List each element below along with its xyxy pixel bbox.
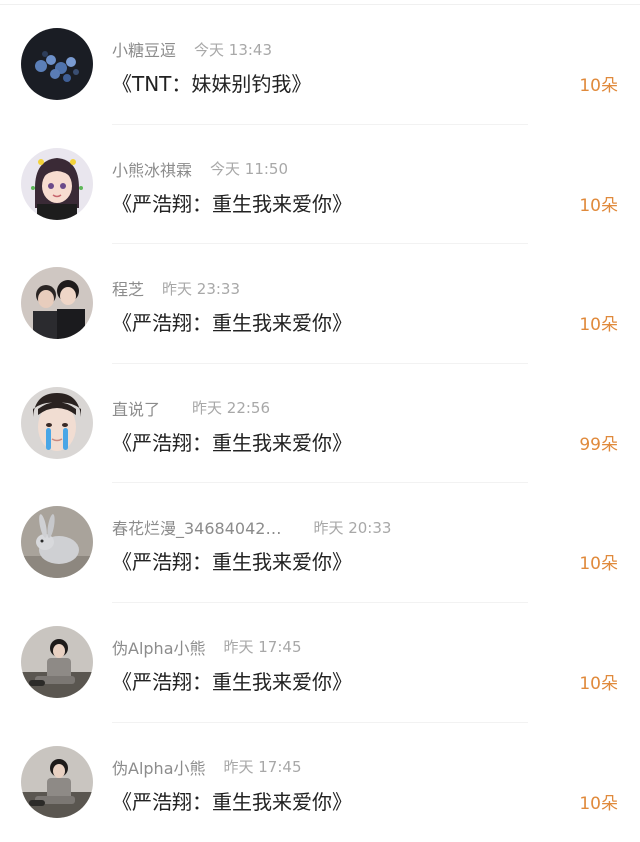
list-item[interactable]: 春花烂漫_34684042… 昨天 20:33 《严浩翔：重生我来爱你》 10朵 [0,483,640,603]
username[interactable]: 伪Alpha小熊 [112,635,206,659]
avatar[interactable] [21,506,93,579]
flower-count: 10朵 [579,793,618,814]
avatar[interactable] [21,745,93,818]
list-item[interactable]: 伪Alpha小熊 昨天 17:45 《严浩翔：重生我来爱你》 10朵 [0,603,640,723]
list-item[interactable]: 小熊冰祺霖 今天 11:50 《严浩翔：重生我来爱你》 10朵 [0,125,640,245]
avatar[interactable] [21,28,93,100]
list-item[interactable]: 伪Alpha小熊 昨天 17:45 《严浩翔：重生我来爱你》 10朵 [0,723,640,842]
username[interactable]: 直说了 [112,396,160,420]
entry-meta: 直说了 昨天 22:56 [112,396,270,420]
list-item[interactable]: 直说了 昨天 22:56 《严浩翔：重生我来爱你》 99朵 [0,364,640,484]
crying-face-avatar-image [21,386,93,459]
flower-count: 10朵 [579,76,618,96]
timestamp: 昨天 22:56 [192,399,271,418]
entry-meta: 伪Alpha小熊 昨天 17:45 [112,755,302,779]
entry-meta: 小熊冰祺霖 今天 11:50 [112,157,288,181]
flower-count: 99朵 [579,434,618,455]
avatar[interactable] [21,625,93,698]
rabbit-avatar-image [21,506,93,579]
book-title[interactable]: 《严浩翔：重生我来爱你》 [112,786,352,815]
flower-count: 10朵 [579,195,618,216]
timestamp: 昨天 17:45 [223,758,302,777]
avatar[interactable] [21,147,93,220]
entry-meta: 春花烂漫_34684042… 昨天 20:33 [112,515,391,539]
timestamp: 昨天 23:33 [162,279,241,298]
username[interactable]: 春花烂漫_34684042… [112,515,281,539]
flower-count: 10朵 [579,315,618,336]
username[interactable]: 小糖豆逗 [112,37,176,61]
list-item[interactable]: 程芝 昨天 23:33 《严浩翔：重生我来爱你》 10朵 [0,244,640,364]
book-title[interactable]: 《严浩翔：重生我来爱你》 [112,307,352,336]
book-title[interactable]: 《严浩翔：重生我来爱你》 [112,427,352,456]
sitting-boy-avatar-image [21,625,93,698]
gift-list: 小糖豆逗 今天 13:43 《TNT：妹妹别钓我》 10朵 小熊冰祺霖 今天 1… [0,5,640,842]
avatar[interactable] [21,267,93,340]
username[interactable]: 程芝 [112,276,144,300]
entry-meta: 伪Alpha小熊 昨天 17:45 [112,635,302,659]
cartoon-girl-avatar-image [21,147,93,220]
avatar[interactable] [21,386,93,459]
timestamp: 昨天 17:45 [223,638,302,657]
sitting-boy-avatar-image [21,745,93,818]
username[interactable]: 小熊冰祺霖 [112,157,192,181]
book-title[interactable]: 《TNT：妹妹别钓我》 [112,68,311,97]
blue-flowers-avatar-image [21,28,93,100]
entry-meta: 小糖豆逗 今天 13:43 [112,37,272,61]
book-title[interactable]: 《严浩翔：重生我来爱你》 [112,666,352,695]
flower-count: 10朵 [579,554,618,575]
flower-count: 10朵 [579,673,618,694]
timestamp: 今天 11:50 [210,160,289,179]
username[interactable]: 伪Alpha小熊 [112,755,206,779]
book-title[interactable]: 《严浩翔：重生我来爱你》 [112,188,352,217]
timestamp: 今天 13:43 [194,40,273,59]
list-item[interactable]: 小糖豆逗 今天 13:43 《TNT：妹妹别钓我》 10朵 [0,5,640,125]
book-title[interactable]: 《严浩翔：重生我来爱你》 [112,546,352,575]
entry-meta: 程芝 昨天 23:33 [112,276,240,300]
two-boys-photo-avatar-image [21,267,93,340]
timestamp: 昨天 20:33 [313,518,392,537]
